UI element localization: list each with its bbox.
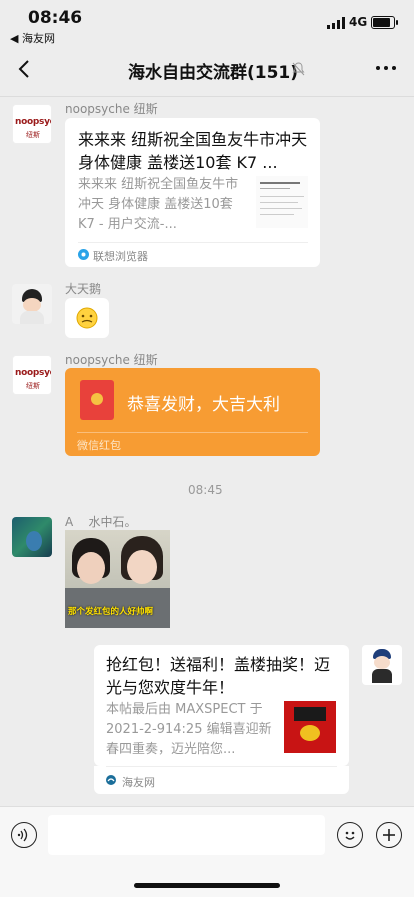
emoji-message[interactable] bbox=[65, 298, 109, 338]
link-card-thumbnail bbox=[256, 176, 308, 228]
link-card-source: 联想浏览器 bbox=[93, 250, 148, 263]
status-bar: 08:46 ◀ 海友网 4G bbox=[0, 0, 414, 45]
emoji-button[interactable] bbox=[337, 822, 363, 848]
voice-input-button[interactable] bbox=[11, 822, 37, 848]
voice-icon bbox=[17, 828, 28, 842]
avatar-noopsyche[interactable]: noopsyche 纽斯 bbox=[12, 355, 52, 395]
avatar-self[interactable] bbox=[362, 645, 402, 685]
more-options-button[interactable] bbox=[376, 66, 396, 70]
link-card-description: 本帖最后由 MAXSPECT 于 2021-2-914:25 编辑喜迎新春四重奏… bbox=[106, 702, 272, 757]
red-packet-label: 微信红包 bbox=[77, 439, 121, 452]
network-label: 4G bbox=[349, 15, 368, 29]
message-input[interactable] bbox=[48, 815, 325, 855]
browser-icon bbox=[78, 249, 89, 260]
sender-name: noopsyche 纽斯 bbox=[65, 353, 158, 367]
chat-title[interactable]: 海水自由交流群(151) bbox=[128, 58, 298, 83]
haiyou-logo-icon bbox=[106, 775, 116, 785]
link-card-description: 来来来 纽斯祝全国鱼友牛市冲天 身体健康 盖楼送10套 K7 - 用户交流-..… bbox=[78, 177, 239, 232]
link-card-footer: 海友网 bbox=[94, 766, 349, 794]
avatar-noopsyche[interactable]: noopsyche 纽斯 bbox=[12, 104, 52, 144]
sender-name: 大天鹅 bbox=[65, 282, 102, 296]
sender-name: A 水中石。 bbox=[65, 515, 137, 529]
message-timestamp: 08:45 bbox=[188, 483, 223, 497]
meme-image-message[interactable]: 那个发红包的人好帅啊 bbox=[65, 530, 170, 628]
sender-name: noopsyche 纽斯 bbox=[65, 102, 158, 116]
mute-bell-icon bbox=[292, 62, 305, 76]
avatar-shuizhongshi[interactable] bbox=[12, 517, 52, 557]
link-card-message[interactable]: 来来来 纽斯祝全国鱼友牛市冲天 身体健康 盖楼送10套 K7 ... 来来来 纽… bbox=[65, 118, 320, 267]
red-packet-greeting: 恭喜发财，大吉大利 bbox=[127, 395, 280, 415]
home-indicator bbox=[134, 883, 280, 888]
smirk-emoji-icon bbox=[76, 307, 98, 329]
red-packet-message[interactable]: 恭喜发财，大吉大利 微信红包 bbox=[65, 368, 320, 456]
status-time: 08:46 bbox=[28, 8, 83, 28]
smiley-icon bbox=[345, 831, 355, 840]
link-card-title: 抢红包！送福利！盖楼抽奖！迈光与您欢度牛年！ bbox=[106, 655, 331, 697]
avatar-datiane[interactable] bbox=[12, 284, 52, 324]
link-card-thumbnail bbox=[284, 701, 336, 753]
link-card-source: 海友网 bbox=[122, 776, 155, 789]
signal-icon bbox=[327, 17, 345, 29]
plus-icon bbox=[383, 829, 395, 841]
chat-header: 海水自由交流群(151) bbox=[0, 44, 414, 97]
battery-icon bbox=[371, 16, 398, 29]
red-envelope-icon bbox=[80, 380, 114, 420]
link-card-message-outgoing[interactable]: 抢红包！送福利！盖楼抽奖！迈光与您欢度牛年！ 本帖最后由 MAXSPECT 于 … bbox=[94, 645, 349, 766]
meme-caption: 那个发红包的人好帅啊 bbox=[68, 607, 154, 617]
link-card-title: 来来来 纽斯祝全国鱼友牛市冲天 身体健康 盖楼送10套 K7 ... bbox=[78, 130, 308, 172]
more-actions-button[interactable] bbox=[376, 822, 402, 848]
back-arrow-icon[interactable] bbox=[14, 58, 36, 80]
